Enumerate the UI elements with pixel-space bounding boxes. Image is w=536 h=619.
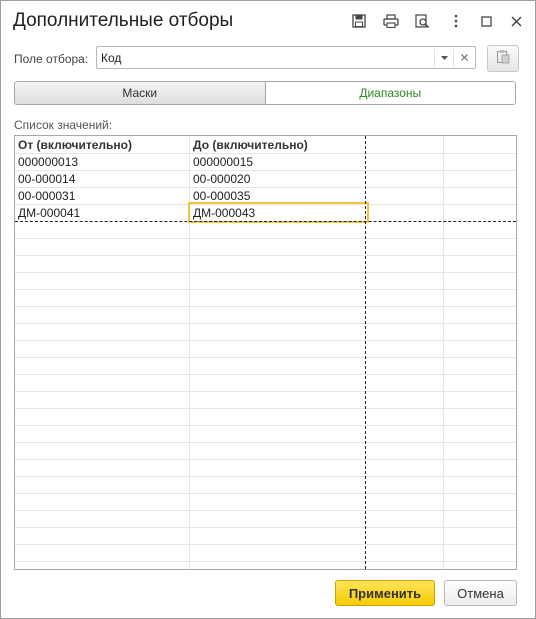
table-cell-from[interactable]: ДМ-000041 [18, 206, 80, 220]
mode-tabs: Маски Диапазоны [14, 81, 516, 105]
clipboard-icon [496, 49, 510, 69]
window-title: Дополнительные отборы [13, 10, 234, 31]
clear-icon[interactable] [453, 49, 474, 66]
paste-button[interactable] [487, 45, 519, 72]
table-cell-from[interactable]: 00-000031 [18, 189, 75, 203]
table-cell-from[interactable]: 00-000014 [18, 172, 75, 186]
table-cell-to[interactable]: 000000015 [193, 155, 253, 169]
filter-field-input[interactable]: Код [96, 46, 476, 69]
ranges-table[interactable]: От (включительно) До (включительно) 0000… [14, 135, 517, 570]
tab-masks[interactable]: Маски [15, 82, 266, 104]
chevron-down-icon[interactable] [434, 49, 453, 66]
values-list-label: Список значений: [14, 118, 113, 132]
table-cell-to-selected[interactable]: ДМ-000043 [193, 206, 255, 220]
row-insert-guide [15, 221, 516, 222]
table-cell-to[interactable]: 00-000020 [193, 172, 250, 186]
table-cell-to[interactable]: 00-000035 [193, 189, 250, 203]
close-icon[interactable] [505, 10, 527, 32]
filter-field-label: Поле отбора: [14, 52, 89, 66]
tab-ranges[interactable]: Диапазоны [265, 82, 515, 104]
apply-button[interactable]: Применить [335, 580, 435, 606]
more-icon[interactable] [445, 10, 467, 32]
column-header-from[interactable]: От (включительно) [18, 138, 132, 152]
dialog-window: Дополнительные отборы Поле отбора: Код М… [0, 0, 536, 619]
table-cell-from[interactable]: 000000013 [18, 155, 78, 169]
column-header-to[interactable]: До (включительно) [193, 138, 308, 152]
save-icon[interactable] [348, 10, 370, 32]
column-resize-guide [365, 136, 366, 569]
preview-icon[interactable] [411, 10, 433, 32]
print-icon[interactable] [380, 10, 402, 32]
maximize-icon[interactable] [475, 10, 497, 32]
cancel-button[interactable]: Отмена [444, 580, 517, 606]
filter-field-value: Код [101, 51, 122, 65]
